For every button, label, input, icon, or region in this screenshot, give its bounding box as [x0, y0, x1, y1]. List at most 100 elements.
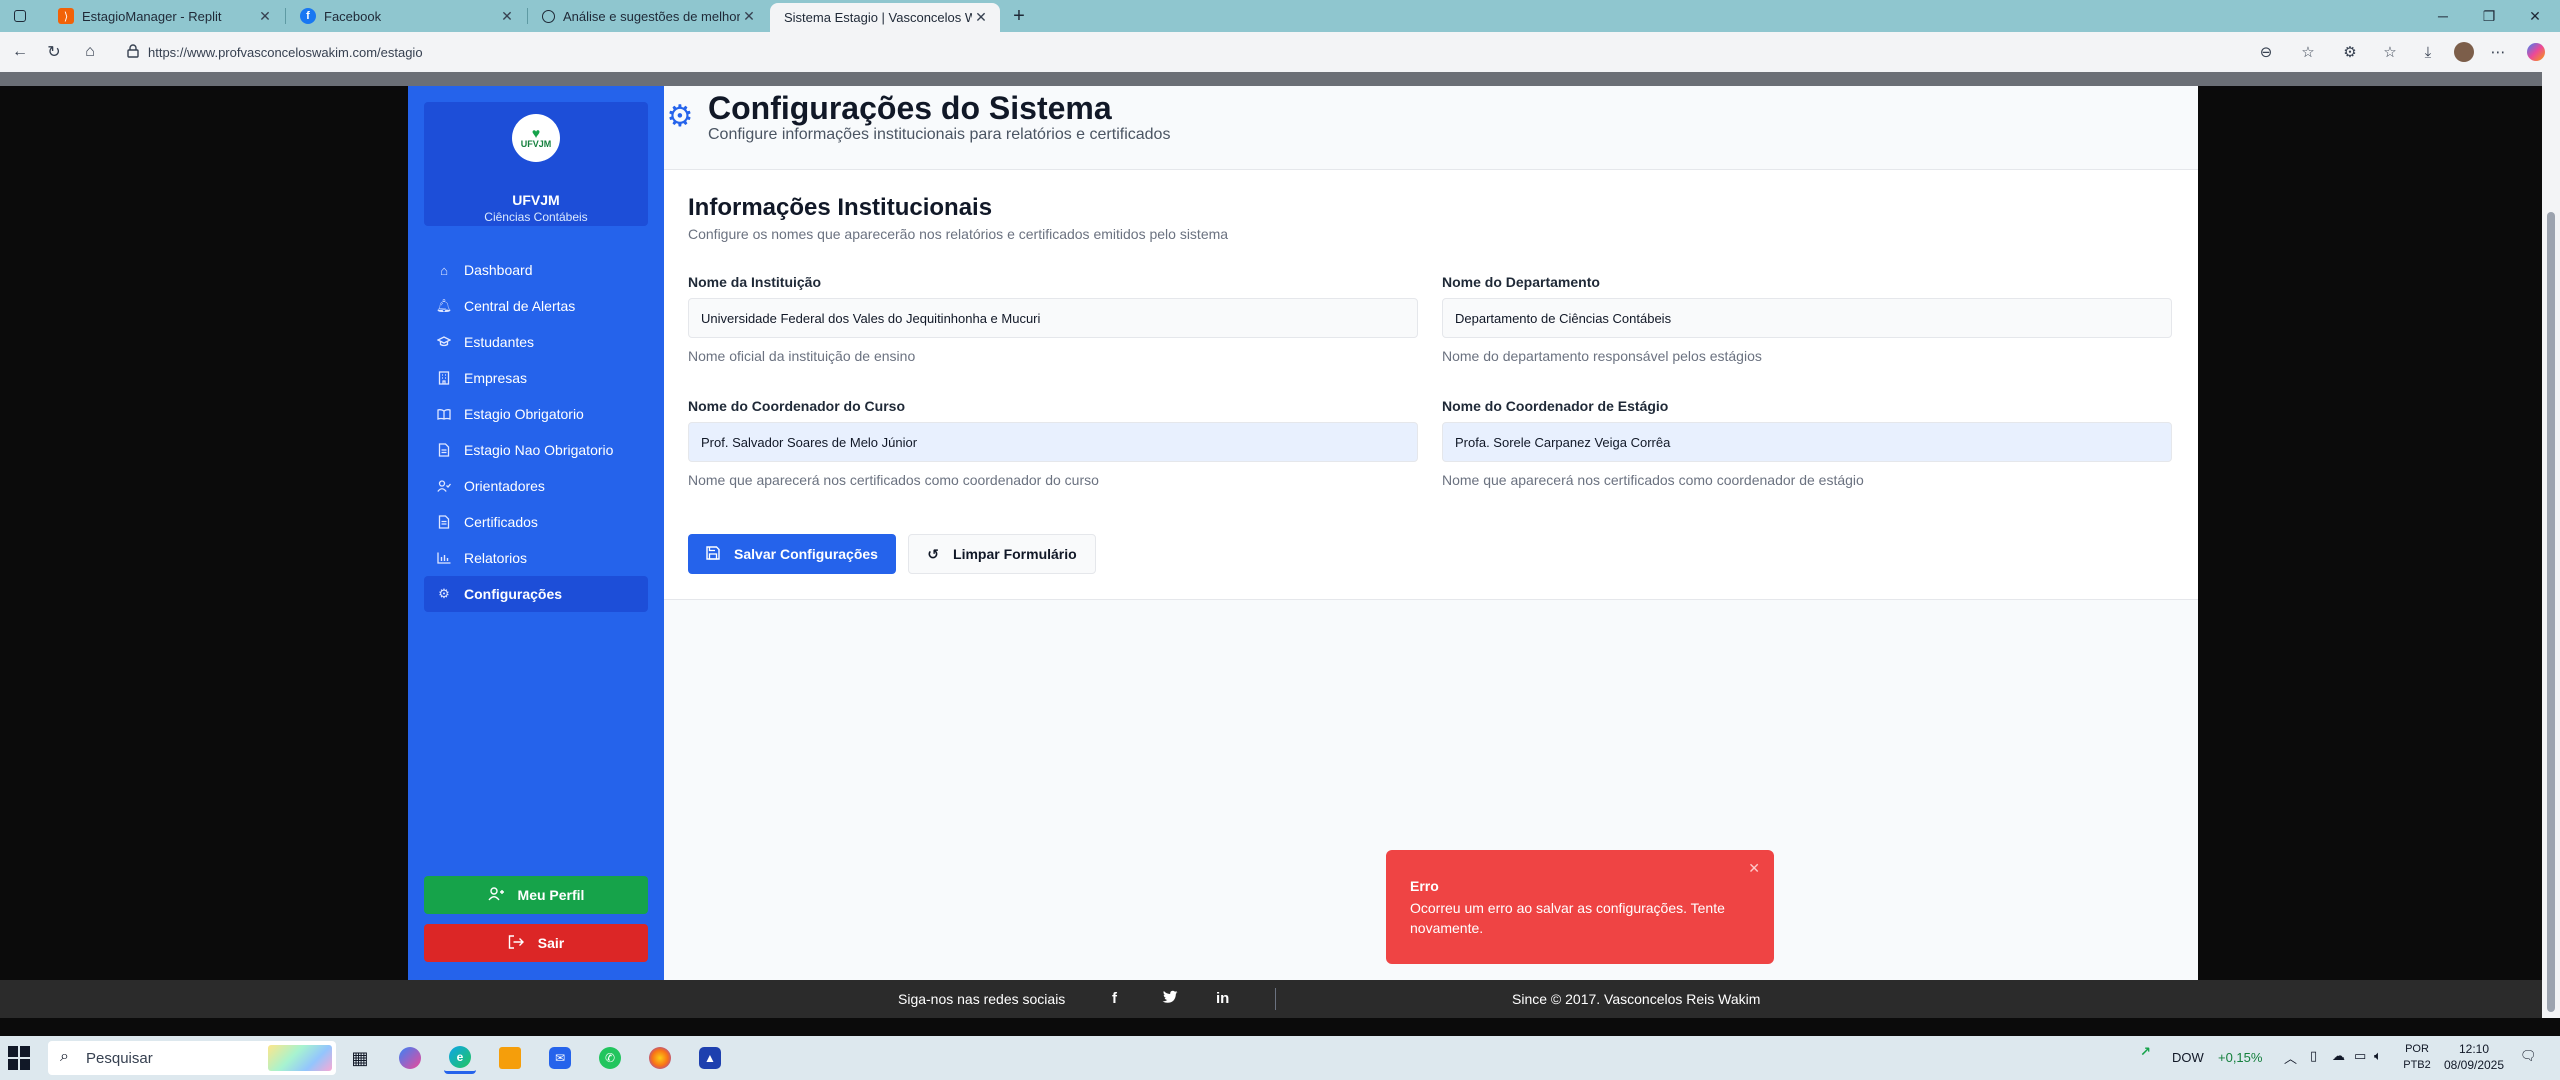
- windows-start-button[interactable]: [8, 1046, 32, 1070]
- tab-sistema-estagio[interactable]: Sistema Estagio | Vasconcelos Wa ✕: [770, 3, 1000, 32]
- scrollbar-thumb[interactable]: [2547, 212, 2555, 1012]
- lock-icon: [127, 44, 139, 61]
- favorites-icon[interactable]: ☆: [2376, 38, 2404, 66]
- sidebar-item-relatorios[interactable]: Relatorios: [424, 540, 648, 576]
- facebook-icon[interactable]: f: [1112, 990, 1117, 1007]
- tab-actions-button[interactable]: [0, 0, 44, 32]
- main-content: ⚙ Configurações do Sistema Configure inf…: [664, 86, 2198, 980]
- toast-title: Erro: [1410, 878, 1439, 894]
- volume-icon[interactable]: 🔈︎: [2374, 1048, 2382, 1064]
- taskbar-search[interactable]: ⌕ Pesquisar: [48, 1041, 336, 1075]
- section-title: Informações Institucionais: [688, 194, 993, 221]
- close-icon[interactable]: ✕: [740, 7, 758, 25]
- reader-mode-icon[interactable]: ⊖: [2252, 38, 2280, 66]
- new-tab-button[interactable]: +: [1004, 0, 1034, 32]
- tab-facebook[interactable]: f Facebook ✕: [286, 0, 526, 32]
- course-coordinator-help: Nome que aparecerá nos certificados como…: [688, 472, 1099, 488]
- course-coordinator-field[interactable]: [688, 422, 1418, 462]
- chevron-up-icon[interactable]: ︿: [2284, 1048, 2297, 1067]
- file-text-icon: [436, 442, 452, 458]
- close-icon[interactable]: ✕: [972, 9, 990, 27]
- toast-message: Ocorreu um erro ao salvar as configuraçõ…: [1410, 900, 1725, 936]
- page-header: ⚙ Configurações do Sistema Configure inf…: [664, 86, 2198, 170]
- bell-icon: 🔔︎: [435, 298, 453, 313]
- file-explorer-icon[interactable]: [494, 1042, 526, 1074]
- facebook-icon: f: [300, 8, 316, 24]
- maximize-button[interactable]: ❐: [2466, 0, 2512, 32]
- sidebar-item-certificados[interactable]: Certificados: [424, 504, 648, 540]
- org-name: UFVJM: [512, 192, 560, 208]
- institution-field[interactable]: [688, 298, 1418, 338]
- tray-icon[interactable]: ▯: [2310, 1048, 2317, 1064]
- notification-icon[interactable]: 🗨︎: [2520, 1048, 2537, 1064]
- close-icon[interactable]: ✕: [498, 7, 516, 25]
- language-indicator[interactable]: POR PTB2: [2402, 1041, 2432, 1073]
- arrow-left-icon: ←: [12, 43, 28, 60]
- tab-chatgpt[interactable]: Análise e sugestões de melhoria ✕: [528, 0, 768, 32]
- sidebar-item-central-de-alertas[interactable]: 🔔︎ Central de Alertas: [424, 288, 648, 324]
- home-button[interactable]: ⌂: [76, 38, 104, 66]
- bar-chart-icon: [436, 550, 452, 566]
- copilot-icon[interactable]: [394, 1042, 426, 1074]
- close-icon[interactable]: ✕: [1748, 860, 1760, 877]
- onedrive-icon[interactable]: ☁: [2332, 1048, 2345, 1064]
- windows-taskbar: ⌕ Pesquisar ▦ e ✉ ✆ ▲ ↗ DOW +0,15% ︿ ▯ ☁…: [0, 1036, 2560, 1080]
- app-icon[interactable]: ▲: [694, 1042, 726, 1074]
- rotate-ccw-icon: ↺: [927, 545, 940, 562]
- user-check-icon: [436, 478, 452, 494]
- my-profile-button[interactable]: Meu Perfil: [424, 876, 648, 914]
- graduation-cap-icon: [436, 334, 452, 350]
- log-out-icon: [508, 934, 524, 952]
- close-window-button[interactable]: ✕: [2512, 0, 2558, 32]
- stock-widget[interactable]: ↗: [2140, 1044, 2151, 1060]
- reload-icon: ↻: [47, 44, 61, 61]
- sidebar-item-estagio-obrigatorio[interactable]: Estagio Obrigatorio: [424, 396, 648, 432]
- linkedin-icon[interactable]: in: [1216, 990, 1229, 1007]
- star-icon[interactable]: ☆: [2294, 38, 2322, 66]
- sidebar-item-estudantes[interactable]: Estudantes: [424, 324, 648, 360]
- sidebar-item-estagio-nao-obrigatorio[interactable]: Estagio Nao Obrigatorio: [424, 432, 648, 468]
- twitter-icon[interactable]: [1162, 990, 1178, 1008]
- footer-divider: [1275, 988, 1276, 1010]
- file-icon: [436, 514, 452, 530]
- app-page: ♥ UFVJM UFVJM Ciências Contábeis ⌂ Dashb…: [408, 86, 2198, 980]
- internship-coordinator-help: Nome que aparecerá nos certificados como…: [1442, 472, 1864, 488]
- tab-replit[interactable]: ⟩ EstagioManager - Replit ✕: [44, 0, 284, 32]
- department-field[interactable]: [1442, 298, 2172, 338]
- avatar[interactable]: [2450, 38, 2478, 66]
- save-settings-button[interactable]: Salvar Configurações: [688, 534, 896, 574]
- sidebar-item-configuracoes[interactable]: ⚙ Configurações: [424, 576, 648, 612]
- sidebar-item-dashboard[interactable]: ⌂ Dashboard: [424, 252, 648, 288]
- logo-card: ♥ UFVJM UFVJM Ciências Contábeis: [424, 102, 648, 226]
- url-field[interactable]: https://www.profvasconceloswakim.com/est…: [118, 38, 2278, 66]
- logout-button[interactable]: Sair: [424, 924, 648, 962]
- network-icon[interactable]: ▭: [2354, 1048, 2366, 1064]
- firefox-icon[interactable]: [644, 1042, 676, 1074]
- close-icon[interactable]: ✕: [256, 7, 274, 25]
- whatsapp-icon[interactable]: ✆: [594, 1042, 626, 1074]
- org-subtitle: Ciências Contábeis: [484, 210, 588, 224]
- gear-icon: ⚙: [438, 586, 450, 601]
- tab-actions-icon: [14, 10, 26, 22]
- sidebar-item-orientadores[interactable]: Orientadores: [424, 468, 648, 504]
- edge-icon[interactable]: e: [444, 1042, 476, 1074]
- internship-coordinator-field[interactable]: [1442, 422, 2172, 462]
- extensions-icon[interactable]: ⚙: [2336, 38, 2364, 66]
- system-clock[interactable]: 12:10 08/09/2025: [2442, 1041, 2506, 1073]
- task-view-icon[interactable]: ▦: [344, 1042, 376, 1074]
- page-scrollbar[interactable]: [2542, 72, 2560, 1018]
- page-title: Configurações do Sistema: [708, 90, 1112, 126]
- back-button[interactable]: ←: [6, 38, 34, 66]
- minimize-button[interactable]: ─: [2420, 0, 2466, 32]
- building-icon: [436, 370, 452, 386]
- ufvjm-logo: ♥ UFVJM: [512, 114, 560, 162]
- copilot-icon[interactable]: [2522, 38, 2550, 66]
- reload-button[interactable]: ↻: [40, 38, 68, 66]
- more-icon[interactable]: ⋯: [2484, 38, 2512, 66]
- clear-form-button[interactable]: ↺ Limpar Formulário: [908, 534, 1096, 574]
- mail-icon[interactable]: ✉: [544, 1042, 576, 1074]
- department-help: Nome do departamento responsável pelos e…: [1442, 348, 1762, 364]
- page-subtitle: Configure informações institucionais par…: [708, 126, 1171, 143]
- sidebar-item-empresas[interactable]: Empresas: [424, 360, 648, 396]
- downloads-icon[interactable]: ⤓: [2414, 38, 2442, 66]
